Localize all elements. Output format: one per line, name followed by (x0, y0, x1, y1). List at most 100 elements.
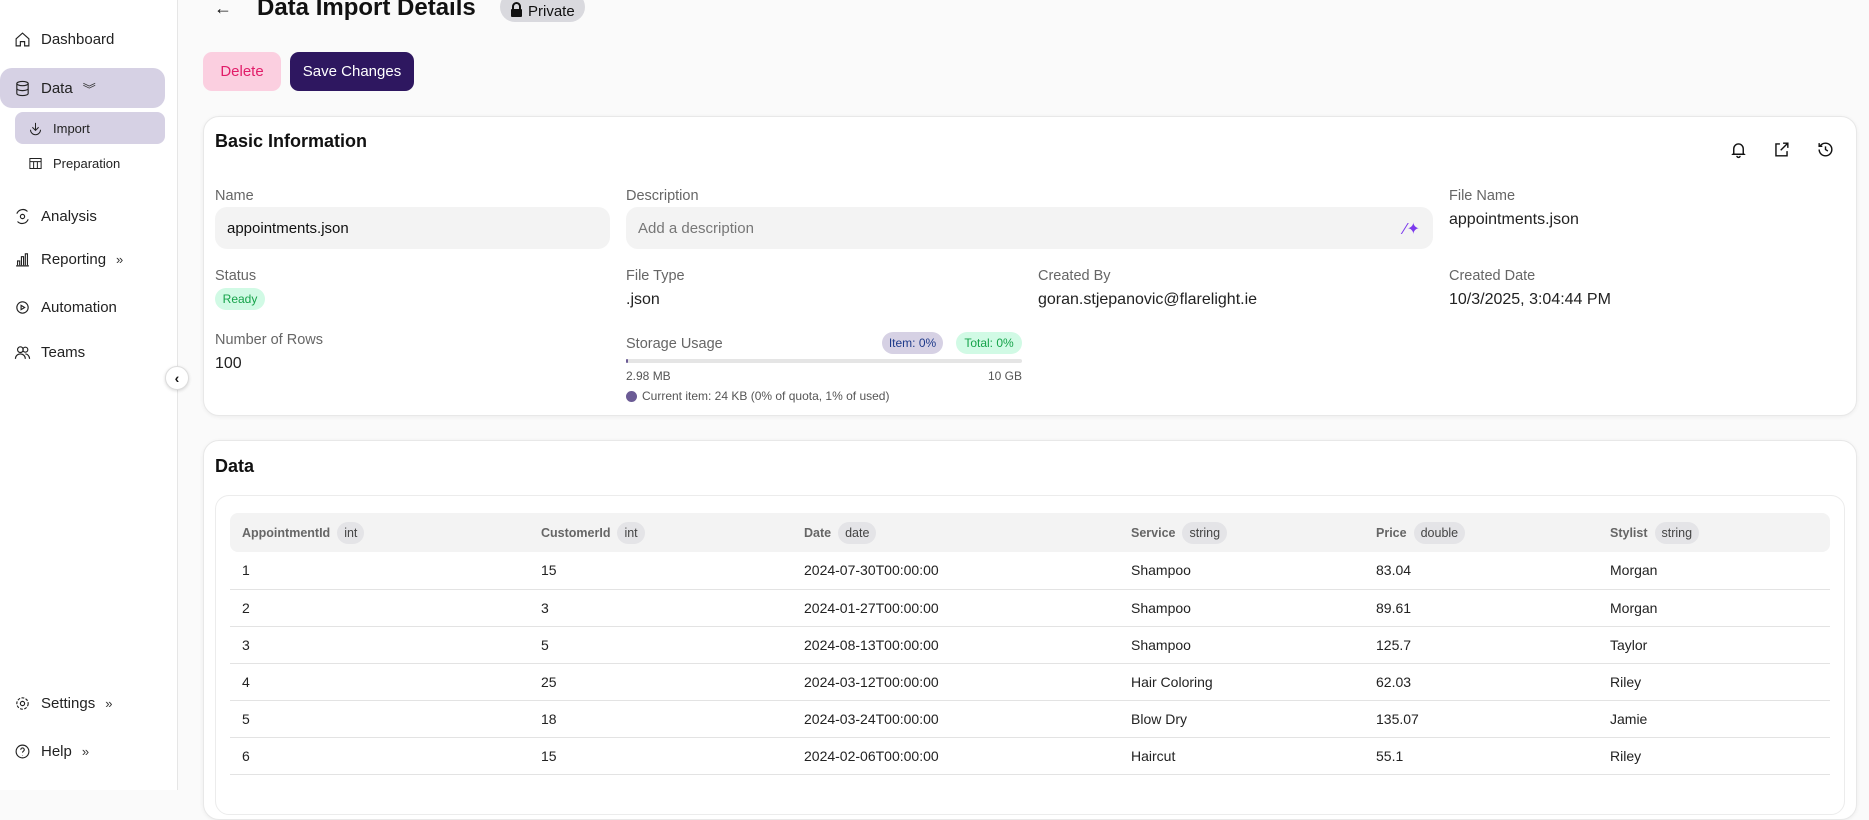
table-row[interactable]: 2 3 2024-01-27T00:00:00 Shampoo 89.61 Morgan (230, 589, 1830, 627)
table-cell: 15 (529, 552, 792, 590)
back-button[interactable]: ← (214, 0, 232, 19)
table-cell: Hair Coloring (1119, 663, 1364, 701)
sidebar-item-dashboard[interactable]: Dashboard (14, 27, 114, 51)
chevron-double-down-icon: ︾ (82, 81, 96, 97)
sidebar-item-analysis[interactable]: Analysis (14, 204, 97, 228)
analysis-icon (16, 208, 29, 224)
column-header[interactable]: Price double (1364, 513, 1598, 552)
table-cell: Shampoo (1119, 552, 1364, 590)
table-row[interactable]: 6 15 2024-02-06T00:00:00 Haircut 55.1 Riley (230, 737, 1830, 775)
table-cell: 6 (230, 737, 529, 775)
column-header[interactable]: AppointmentId int (230, 513, 529, 552)
share-icon (1774, 141, 1789, 157)
rows-label: Number of Rows (215, 332, 323, 348)
table-cell: 3 (230, 626, 529, 664)
storage-progress-bar (626, 359, 1022, 363)
chevron-double-right-icon: » (105, 695, 113, 711)
share-button[interactable] (1769, 137, 1793, 161)
sidebar-item-teams[interactable]: Teams (14, 340, 85, 364)
sidebar-item-reporting[interactable]: Reporting » (14, 247, 123, 271)
collapse-sidebar-button[interactable]: ‹ (165, 366, 189, 390)
table-cell: Shampoo (1119, 626, 1364, 664)
automation-icon (16, 300, 29, 314)
history-button[interactable] (1813, 137, 1837, 161)
file-name-value: appointments.json (1449, 211, 1579, 228)
table-cell: 2024-01-27T00:00:00 (792, 589, 1119, 627)
table-cell: 2 (230, 589, 529, 627)
table-cell: 83.04 (1364, 552, 1598, 590)
column-name: Price (1376, 525, 1407, 540)
table-cell: 25 (529, 663, 792, 701)
download-icon (30, 122, 41, 135)
table-cell: 2024-03-12T00:00:00 (792, 663, 1119, 701)
table-cell: Morgan (1598, 589, 1830, 627)
table-row[interactable]: 4 25 2024-03-12T00:00:00 Hair Coloring 62.03… (230, 663, 1830, 701)
table-cell: 135.07 (1364, 700, 1598, 738)
total-usage-badge: Total: 0% (956, 332, 1022, 354)
table-cell: 62.03 (1364, 663, 1598, 701)
table-cell: 5 (230, 700, 529, 738)
table-cell: Blow Dry (1119, 700, 1364, 738)
sidebar-item-settings[interactable]: Settings » (14, 691, 112, 715)
column-header[interactable]: Service string (1119, 513, 1364, 552)
home-icon (15, 31, 30, 46)
name-input[interactable]: appointments.json (215, 207, 610, 249)
data-table-wrapper: AppointmentId int CustomerId int Date date Ser… (230, 513, 1830, 775)
table-cell: Riley (1598, 737, 1830, 775)
visibility-badge[interactable]: Private (500, 0, 585, 22)
bell-gear-icon (1730, 142, 1746, 158)
table-cell: 2024-08-13T00:00:00 (792, 626, 1119, 664)
basic-information-card (203, 116, 1857, 416)
sidebar-item-import-label[interactable]: Import (28, 117, 90, 139)
table-cell: 5 (529, 626, 792, 664)
column-header[interactable]: CustomerId int (529, 513, 792, 552)
lock-icon (510, 1, 523, 21)
section-title: Basic Information (215, 131, 368, 151)
chevron-double-right-icon: » (116, 251, 124, 267)
storage-quota: 10 GB (988, 369, 1023, 383)
column-type-badge: int (617, 521, 645, 544)
sidebar-item-data-label[interactable]: Data ︾ (14, 76, 96, 100)
created-by-label: Created By (1038, 268, 1111, 284)
column-type-badge: double (1413, 521, 1466, 544)
sidebar-item-help[interactable]: Help » (14, 739, 89, 763)
help-icon (15, 744, 30, 758)
chevron-double-right-icon: » (81, 743, 90, 759)
storage-progress-fill (626, 359, 628, 363)
bar-chart-icon (16, 252, 29, 266)
description-input[interactable]: Add a description (626, 207, 1433, 249)
table-row[interactable]: 5 18 2024-03-24T00:00:00 Blow Dry 135.07 Jami… (230, 700, 1830, 738)
table-cell: Haircut (1119, 737, 1364, 775)
column-header[interactable]: Date date (792, 513, 1119, 552)
save-changes-button[interactable]: Save Changes (290, 52, 414, 91)
page-title: Data Import Details (257, 0, 476, 21)
users-icon (14, 345, 31, 359)
column-type-badge: string (1654, 521, 1700, 544)
table-row[interactable]: 3 5 2024-08-13T00:00:00 Shampoo 125.7 Taylor (230, 626, 1830, 664)
created-date-label: Created Date (1449, 268, 1536, 284)
column-type-badge: date (838, 521, 877, 544)
database-icon (16, 80, 29, 96)
notification-settings-button[interactable] (1726, 137, 1750, 161)
description-label: Description (626, 188, 699, 204)
column-name: Stylist (1610, 525, 1648, 540)
table-cell: 89.61 (1364, 589, 1598, 627)
sidebar-item-automation[interactable]: Automation (14, 295, 117, 319)
column-header[interactable]: Stylist string (1598, 513, 1830, 552)
section-title: Data (215, 456, 255, 476)
column-type-badge: int (337, 521, 365, 544)
status-badge: Ready (215, 288, 265, 310)
item-usage-badge: Item: 0% (882, 332, 943, 354)
sidebar-item-preparation[interactable]: Preparation (28, 152, 120, 174)
delete-button[interactable]: Delete (203, 52, 281, 91)
history-icon (1817, 141, 1833, 157)
file-name-label: File Name (1449, 188, 1516, 204)
magic-wand-icon[interactable]: ⁄✦ (1404, 219, 1420, 239)
column-name: CustomerId (541, 525, 611, 540)
table-cell: 4 (230, 663, 529, 701)
table-icon (29, 157, 42, 169)
arrow-left-icon: ← (214, 0, 232, 18)
status-label: Status (215, 268, 257, 284)
table-row[interactable]: 1 15 2024-07-30T00:00:00 Shampoo 83.04 Morgan (230, 552, 1830, 590)
column-name: Service (1131, 525, 1176, 540)
